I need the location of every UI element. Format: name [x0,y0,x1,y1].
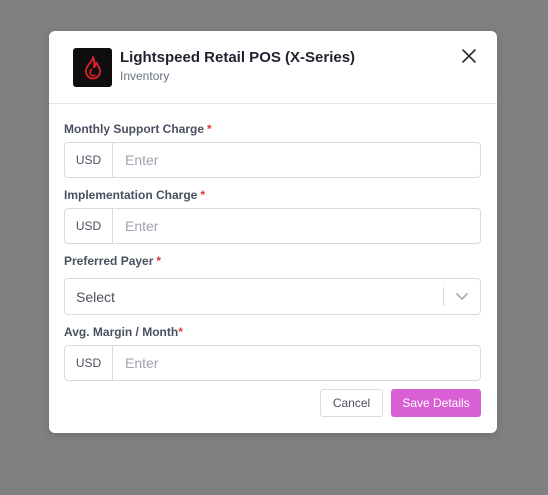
currency-prefix: USD [65,209,113,243]
chevron-down-icon[interactable] [452,288,472,306]
required-mark: * [207,122,212,136]
lightspeed-logo-icon [73,48,112,87]
chevron-down-glyph [456,293,468,300]
preferred-payer-value: Select [76,289,115,305]
monthly-support-charge-label-text: Monthly Support Charge [64,122,204,136]
preferred-payer-select[interactable]: Select [64,278,481,315]
monthly-support-charge-input[interactable] [113,143,480,177]
currency-prefix: USD [65,346,113,380]
implementation-charge-field: USD [64,208,481,244]
currency-prefix: USD [65,143,113,177]
dialog-header: Lightspeed Retail POS (X-Series) Invento… [49,31,497,104]
preferred-payer-label-text: Preferred Payer [64,254,154,268]
flame-icon [84,55,101,79]
dialog: Lightspeed Retail POS (X-Series) Invento… [49,31,497,433]
required-mark: * [156,254,162,268]
required-mark: * [200,188,206,202]
preferred-payer-label: Preferred Payer * [64,254,161,268]
close-icon [462,49,476,63]
dialog-title: Lightspeed Retail POS (X-Series) [120,49,356,66]
monthly-support-charge-field: USD [64,142,481,178]
required-mark: * [178,325,183,339]
cancel-button[interactable]: Cancel [320,389,383,417]
implementation-charge-label-text: Implementation Charge [64,188,198,202]
monthly-support-charge-label: Monthly Support Charge * [64,122,212,136]
implementation-charge-label: Implementation Charge * [64,188,205,202]
implementation-charge-input[interactable] [113,209,480,243]
close-button[interactable] [459,46,479,66]
select-separator [443,287,444,306]
dialog-subtitle: Inventory [120,69,170,83]
avg-margin-input[interactable] [113,346,480,380]
save-details-button[interactable]: Save Details [391,389,481,417]
avg-margin-label: Avg. Margin / Month* [64,325,183,339]
avg-margin-field: USD [64,345,481,381]
avg-margin-label-text: Avg. Margin / Month [64,325,179,339]
